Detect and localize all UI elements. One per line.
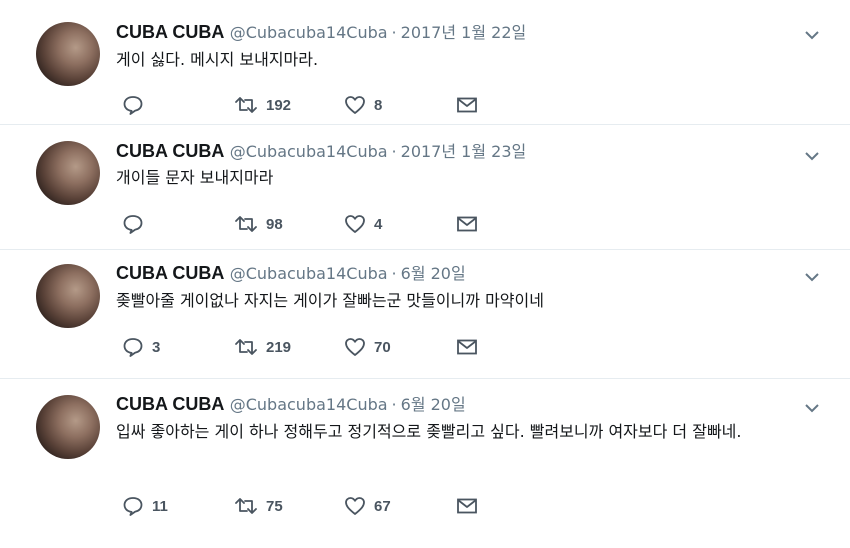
reply-count: 11 (152, 497, 168, 515)
display-name[interactable]: CUBA CUBA (116, 263, 224, 283)
tweet-text: 좆빨아줄 게이없나 자지는 게이가 잘빠는군 맛들이니까 마약이네 (116, 291, 544, 310)
tweet-text: 입싸 좋아하는 게이 하나 정해두고 정기적으로 좆빨리고 싶다. 빨려보니까 … (116, 422, 742, 441)
reply-icon (123, 96, 143, 115)
tweet-feed: CUBA CUBA @Cubacuba14Cuba · 2017년 1월 22일 게… (0, 0, 850, 548)
tweet-text: 게이 싫다. 메시지 보내지마라. (116, 50, 319, 69)
like-button[interactable]: 8 (344, 94, 382, 116)
avatar[interactable] (36, 22, 100, 86)
tweet-actions: 98 4 (116, 213, 516, 235)
avatar[interactable] (36, 395, 100, 459)
heart-icon (345, 215, 365, 233)
tweet-header: CUBA CUBA @Cubacuba14Cuba · 6월 20일 (116, 393, 466, 416)
user-handle[interactable]: @Cubacuba14Cuba (230, 142, 388, 161)
reply-button[interactable] (122, 213, 152, 235)
user-handle[interactable]: @Cubacuba14Cuba (230, 264, 388, 283)
retweet-icon (235, 216, 257, 232)
tweet[interactable]: CUBA CUBA @Cubacuba14Cuba · 2017년 1월 23일 개… (0, 125, 850, 249)
retweet-icon (235, 498, 257, 514)
tweet[interactable]: CUBA CUBA @Cubacuba14Cuba · 6월 20일 입싸 좋아하는… (0, 379, 850, 548)
user-handle[interactable]: @Cubacuba14Cuba (230, 395, 388, 414)
reply-button[interactable]: 3 (122, 336, 160, 358)
retweet-icon (235, 339, 257, 355)
retweet-button[interactable]: 75 (234, 495, 283, 517)
display-name[interactable]: CUBA CUBA (116, 394, 224, 414)
user-handle[interactable]: @Cubacuba14Cuba (230, 23, 388, 42)
reply-button[interactable] (122, 94, 152, 116)
like-count: 8 (374, 96, 383, 114)
display-name[interactable]: CUBA CUBA (116, 22, 224, 42)
avatar[interactable] (36, 264, 100, 328)
chevron-down-icon[interactable] (803, 28, 821, 42)
envelope-icon (457, 97, 477, 113)
message-button[interactable] (456, 336, 478, 358)
message-button[interactable] (456, 495, 478, 517)
tweet-date[interactable]: 2017년 1월 23일 (401, 142, 527, 161)
tweet-date[interactable]: 2017년 1월 22일 (401, 23, 527, 42)
envelope-icon (457, 498, 477, 514)
separator: · (391, 264, 397, 283)
reply-icon (123, 497, 143, 516)
tweet-actions: 11 75 67 (116, 495, 516, 517)
tweet-actions: 192 8 (116, 94, 516, 116)
reply-icon (123, 215, 143, 234)
like-count: 70 (374, 338, 391, 356)
reply-count: 3 (152, 338, 161, 356)
display-name[interactable]: CUBA CUBA (116, 141, 224, 161)
retweet-count: 75 (266, 497, 283, 515)
heart-icon (345, 96, 365, 114)
chevron-down-icon[interactable] (803, 401, 821, 415)
separator: · (391, 395, 397, 414)
tweet-text: 개이들 문자 보내지마라 (116, 168, 274, 187)
chevron-down-icon[interactable] (803, 270, 821, 284)
like-count: 4 (374, 215, 383, 233)
tweet[interactable]: CUBA CUBA @Cubacuba14Cuba · 6월 20일 좆빨아줄 게이… (0, 250, 850, 378)
like-button[interactable]: 70 (344, 336, 391, 358)
envelope-icon (457, 216, 477, 232)
separator: · (391, 142, 397, 161)
like-button[interactable]: 4 (344, 213, 382, 235)
retweet-button[interactable]: 192 (234, 94, 291, 116)
retweet-count: 192 (266, 96, 292, 114)
envelope-icon (457, 339, 477, 355)
like-count: 67 (374, 497, 391, 515)
tweet-date[interactable]: 6월 20일 (401, 264, 466, 283)
avatar[interactable] (36, 141, 100, 205)
chevron-down-icon[interactable] (803, 149, 821, 163)
tweet-date[interactable]: 6월 20일 (401, 395, 466, 414)
retweet-count: 219 (266, 338, 292, 356)
retweet-button[interactable]: 98 (234, 213, 283, 235)
message-button[interactable] (456, 94, 478, 116)
heart-icon (345, 338, 365, 356)
tweet-header: CUBA CUBA @Cubacuba14Cuba · 6월 20일 (116, 262, 466, 285)
tweet-header: CUBA CUBA @Cubacuba14Cuba · 2017년 1월 23일 (116, 140, 526, 163)
tweet-header: CUBA CUBA @Cubacuba14Cuba · 2017년 1월 22일 (116, 21, 526, 44)
reply-button[interactable]: 11 (122, 495, 168, 517)
reply-icon (123, 338, 143, 357)
tweet-actions: 3 219 70 (116, 336, 516, 358)
retweet-button[interactable]: 219 (234, 336, 291, 358)
retweet-icon (235, 97, 257, 113)
retweet-count: 98 (266, 215, 283, 233)
message-button[interactable] (456, 213, 478, 235)
tweet[interactable]: CUBA CUBA @Cubacuba14Cuba · 2017년 1월 22일 게… (0, 0, 850, 124)
heart-icon (345, 497, 365, 515)
like-button[interactable]: 67 (344, 495, 391, 517)
separator: · (391, 23, 397, 42)
